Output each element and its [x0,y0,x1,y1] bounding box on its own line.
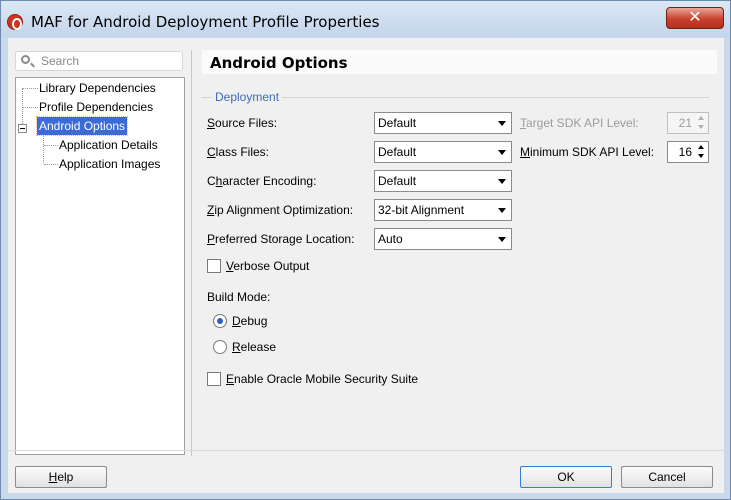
group-title-deployment: Deployment [212,90,283,104]
build-mode-label: Build Mode: [207,290,271,304]
tree-item-application-details[interactable]: Application Details [59,136,158,154]
minimum-sdk-label: Minimum SDK API Level: [520,145,655,159]
tree-connector [23,107,38,108]
title-bar[interactable]: MAF for Android Deployment Profile Prope… [1,1,730,37]
help-button-label: elp [57,470,74,484]
chevron-down-icon [698,125,704,129]
tree-item-profile-dependencies[interactable]: Profile Dependencies [39,98,153,116]
collapse-icon[interactable] [18,124,27,133]
search-placeholder: Search [41,54,80,68]
verbose-output-label-text: erbose Output [233,259,310,273]
search-input[interactable]: Search [15,51,183,71]
release-radio[interactable] [213,340,227,354]
zip-alignment-value: 32-bit Alignment [378,203,465,217]
security-suite-label[interactable]: Enable Oracle Mobile Security Suite [226,372,418,386]
spinner-buttons[interactable] [696,143,707,161]
security-suite-label-text: nable Oracle Mobile Security Suite [234,372,419,386]
help-button[interactable]: Help [15,466,107,488]
tree-item-application-images[interactable]: Application Images [59,155,160,173]
storage-location-value: Auto [378,232,403,246]
tree-item-android-options[interactable]: Android Options [35,116,129,136]
verbose-output-checkbox[interactable] [207,259,221,273]
panel-header: Android Options [202,50,717,74]
chevron-down-icon [498,237,506,242]
dialog-body: Search Library Dependencies Profile Depe… [8,38,724,493]
cancel-button[interactable]: Cancel [621,466,713,488]
navigation-tree: Library Dependencies Profile Dependencie… [15,77,185,455]
chevron-down-icon [498,121,506,126]
source-files-value: Default [378,116,417,130]
spinner-buttons [696,114,707,132]
debug-label-text: ebug [240,314,268,328]
chevron-up-icon[interactable] [698,145,704,149]
zip-alignment-select[interactable]: 32-bit Alignment [374,199,512,221]
source-files-label: Source Files: [207,116,278,130]
class-files-select[interactable]: Default [374,141,512,163]
target-sdk-value: 21 [678,116,692,130]
minimum-sdk-label-text: inimum SDK API Level: [530,145,655,159]
storage-location-label-text: referred Storage Location: [215,232,355,246]
storage-location-label: Preferred Storage Location: [207,232,355,246]
character-encoding-select[interactable]: Default [374,170,512,192]
character-encoding-value: Default [378,174,417,188]
class-files-label-text: lass Files: [215,145,270,159]
release-label[interactable]: Release [232,340,276,354]
storage-location-select[interactable]: Auto [374,228,512,250]
verbose-output-label[interactable]: Verbose Output [226,259,309,273]
chevron-down-icon[interactable] [698,154,704,158]
source-files-select[interactable]: Default [374,112,512,134]
panel-splitter[interactable] [191,50,192,456]
zip-alignment-label-text: ip Alignment Optimization: [214,203,354,217]
tree-connector [23,88,38,89]
character-encoding-label-text: Character Encoding: [207,174,317,188]
minimum-sdk-value: 16 [678,145,692,159]
class-files-value: Default [378,145,417,159]
target-sdk-spinner: 21 [667,112,709,134]
debug-radio[interactable] [213,314,227,328]
character-encoding-label: Character Encoding: [207,174,316,188]
footer-divider [8,450,724,451]
page-title: Android Options [210,54,348,72]
chevron-down-icon [498,150,506,155]
dialog-window: MAF for Android Deployment Profile Prope… [0,0,731,500]
debug-label[interactable]: Debug [232,314,267,328]
chevron-down-icon [498,208,506,213]
class-files-label: Class Files: [207,145,270,159]
source-files-label-text: ource Files: [215,116,278,130]
close-button[interactable]: ✕ [666,7,724,29]
target-sdk-label: Target SDK API Level: [520,116,639,130]
tree-connector [43,135,44,163]
app-icon [7,14,23,30]
ok-button[interactable]: OK [520,466,612,488]
search-icon [21,55,30,64]
zip-alignment-label: Zip Alignment Optimization: [207,203,354,217]
target-sdk-label-text: arget SDK API Level: [526,116,639,130]
security-suite-checkbox[interactable] [207,372,221,386]
chevron-down-icon [498,179,506,184]
tree-item-library-dependencies[interactable]: Library Dependencies [39,79,156,97]
tree-connector [44,145,58,146]
chevron-up-icon [698,116,704,120]
release-label-text: elease [240,340,277,354]
minimum-sdk-spinner[interactable]: 16 [667,141,709,163]
window-title: MAF for Android Deployment Profile Prope… [31,13,380,31]
tree-connector [44,164,58,165]
